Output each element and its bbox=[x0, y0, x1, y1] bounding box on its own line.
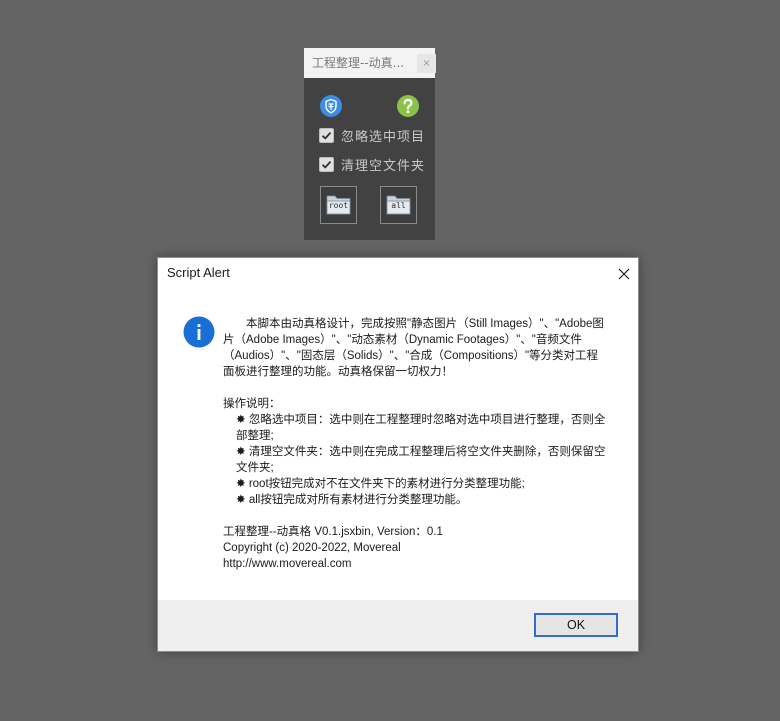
instructions-header: 操作说明： bbox=[223, 398, 281, 410]
checkmark-icon bbox=[321, 160, 332, 169]
instruction-item: ✸ 清理空文件夹：选中则在完成工程整理后将空文件夹删除，否则保留空文件夹; bbox=[236, 446, 606, 474]
website-url: http://www.movereal.com bbox=[223, 558, 352, 570]
dialog-footer: OK bbox=[158, 600, 638, 651]
dialog-title: Script Alert bbox=[167, 265, 230, 280]
version-text: 工程整理--动真格 V0.1.jsxbin, Version：0.1 bbox=[223, 526, 443, 538]
all-button-label: all bbox=[391, 201, 406, 210]
info-icon bbox=[183, 316, 215, 348]
panel-title: 工程整理--动真... bbox=[312, 56, 405, 70]
intro-text: 本脚本由动真格设计，完成按照"静态图片（Still Images）"、"Adob… bbox=[223, 318, 604, 378]
all-button[interactable]: all bbox=[380, 186, 417, 224]
instruction-item: ✸ all按钮完成对所有素材进行分类整理功能。 bbox=[236, 494, 468, 506]
help-icon[interactable] bbox=[397, 95, 419, 117]
root-button[interactable]: root bbox=[320, 186, 357, 224]
shield-icon[interactable] bbox=[320, 95, 342, 117]
ignore-selected-checkbox[interactable]: 忽略选中项目 bbox=[319, 126, 426, 145]
panel-close-button[interactable]: × bbox=[417, 54, 436, 73]
close-icon[interactable] bbox=[614, 264, 634, 284]
instruction-item: ✸ 忽略选中项目：选中则在工程整理时忽略对选中项目进行整理，否则全部整理; bbox=[236, 414, 606, 442]
script-alert-dialog: Script Alert 本脚本由动真格设计，完成按照"静态图片（Still I… bbox=[157, 257, 639, 652]
ok-button[interactable]: OK bbox=[534, 613, 618, 637]
panel-titlebar[interactable]: 工程整理--动真... × bbox=[304, 48, 436, 78]
checkmark-icon bbox=[321, 131, 332, 140]
root-button-label: root bbox=[328, 201, 349, 210]
ignore-selected-label: 忽略选中项目 bbox=[341, 129, 426, 145]
clean-empty-folders-checkbox[interactable]: 清理空文件夹 bbox=[319, 155, 426, 174]
checkbox-ignore-selected[interactable] bbox=[319, 127, 334, 143]
copyright-text: Copyright (c) 2020-2022, Movereal bbox=[223, 542, 401, 554]
dialog-message: 本脚本由动真格设计，完成按照"静态图片（Still Images）"、"Adob… bbox=[223, 316, 609, 572]
clean-empty-folders-label: 清理空文件夹 bbox=[341, 158, 426, 174]
instruction-item: ✸ root按钮完成对不在文件夹下的素材进行分类整理功能; bbox=[236, 478, 525, 490]
checkbox-clean-empty-folders[interactable] bbox=[319, 156, 334, 172]
